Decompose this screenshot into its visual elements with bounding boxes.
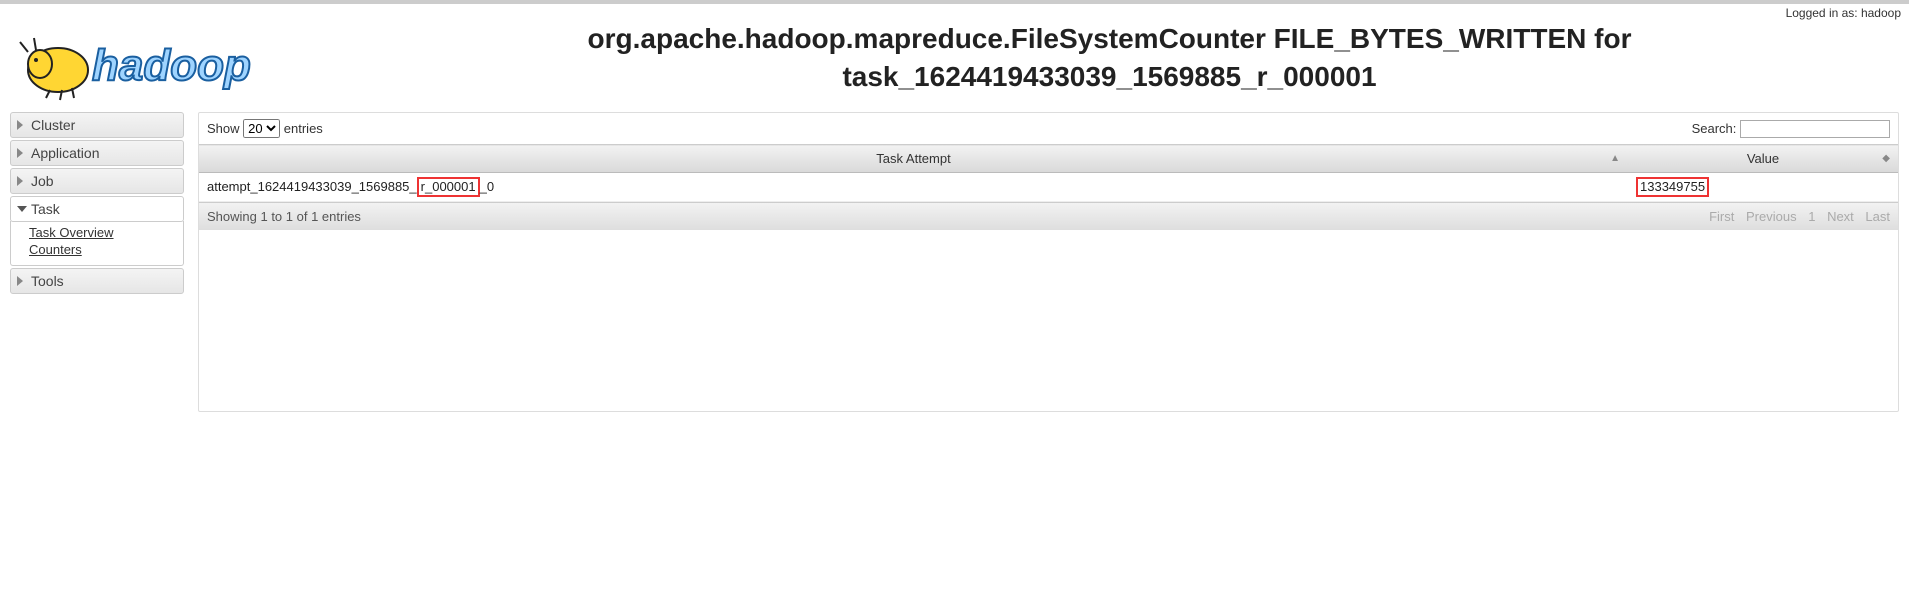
attempt-suffix: _0 <box>480 179 494 194</box>
link-counters[interactable]: Counters <box>29 242 175 259</box>
page-size-select[interactable]: 20 <box>243 119 280 138</box>
content-panel: Show 20 entries Search: Task Attempt ▲ <box>198 112 1899 412</box>
search-input[interactable] <box>1740 120 1890 138</box>
col-header-attempt[interactable]: Task Attempt ▲ <box>199 145 1628 173</box>
col-header-label: Value <box>1747 151 1779 166</box>
pager-previous[interactable]: Previous <box>1746 209 1797 224</box>
pager-next[interactable]: Next <box>1827 209 1854 224</box>
sidebar-label: Cluster <box>31 117 75 133</box>
col-header-value[interactable]: Value ◆ <box>1628 145 1898 173</box>
attempt-prefix: attempt_1624419433039_1569885_ <box>207 179 417 194</box>
pager-page-1[interactable]: 1 <box>1808 209 1815 224</box>
page-title: org.apache.hadoop.mapreduce.FileSystemCo… <box>320 20 1899 96</box>
sidebar-item-cluster[interactable]: Cluster <box>10 112 184 138</box>
pager: First Previous 1 Next Last <box>1701 209 1890 224</box>
sidebar-label: Job <box>31 173 54 189</box>
sidebar-submenu-task: Task Overview Counters <box>10 221 184 266</box>
table-row: attempt_1624419433039_1569885_r_000001_0… <box>199 173 1898 202</box>
entries-length: Show 20 entries <box>207 119 323 138</box>
sidebar-item-task[interactable]: Task <box>10 196 184 222</box>
link-task-overview[interactable]: Task Overview <box>29 225 175 242</box>
sidebar-item-application[interactable]: Application <box>10 140 184 166</box>
highlight-attempt: r_000001 <box>417 177 480 197</box>
table-info: Showing 1 to 1 of 1 entries <box>207 209 361 224</box>
counters-table: Task Attempt ▲ Value ◆ attempt_162441943… <box>199 144 1898 202</box>
sidebar-item-tools[interactable]: Tools <box>10 268 184 294</box>
hadoop-logo: hadoop <box>10 22 320 102</box>
svg-text:hadoop: hadoop <box>92 41 251 90</box>
sort-both-icon: ◆ <box>1882 154 1890 164</box>
sidebar-item-job[interactable]: Job <box>10 168 184 194</box>
search-label: Search: <box>1692 121 1737 136</box>
pager-last[interactable]: Last <box>1865 209 1890 224</box>
sidebar-label: Task <box>31 201 60 217</box>
sidebar-label: Tools <box>31 273 64 289</box>
sort-asc-icon: ▲ <box>1610 154 1620 164</box>
highlight-value: 133349755 <box>1636 177 1709 197</box>
pager-first[interactable]: First <box>1709 209 1734 224</box>
show-label-post: entries <box>284 121 323 136</box>
cell-attempt: attempt_1624419433039_1569885_r_000001_0 <box>199 173 1628 202</box>
col-header-label: Task Attempt <box>876 151 950 166</box>
search-wrap: Search: <box>1692 120 1890 138</box>
login-status: Logged in as: hadoop <box>0 4 1909 20</box>
sidebar-label: Application <box>31 145 100 161</box>
show-label-pre: Show <box>207 121 240 136</box>
sidebar: Cluster Application Job Task Task Overvi… <box>10 112 184 412</box>
cell-value: 133349755 <box>1628 173 1898 202</box>
